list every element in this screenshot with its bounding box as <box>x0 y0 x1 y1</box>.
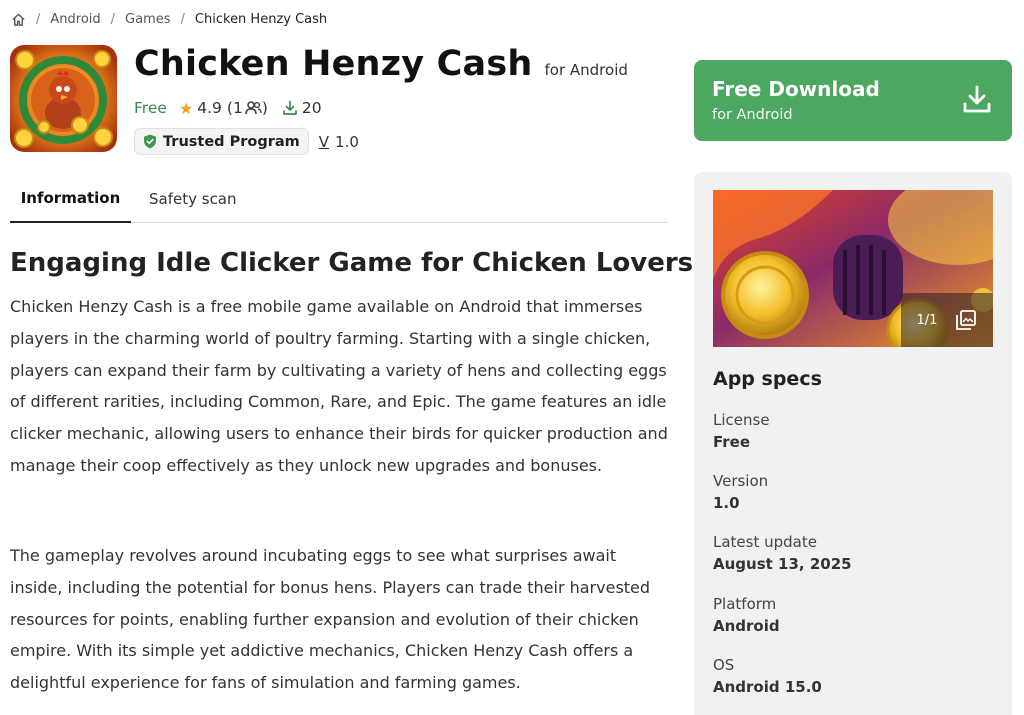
home-icon[interactable] <box>11 12 26 27</box>
spec-label: Platform <box>713 595 777 613</box>
download-icon <box>962 84 992 118</box>
platform-label: for Android <box>544 61 628 79</box>
spec-label: Version <box>713 472 769 490</box>
version-value: 1.0 <box>335 132 359 151</box>
gallery-counter[interactable]: 1/1 <box>901 293 993 347</box>
article-heading: Engaging Idle Clicker Game for Chicken L… <box>10 248 694 278</box>
rating-value: 4.9 <box>197 99 222 117</box>
spec-platform: Platform Android <box>713 595 780 635</box>
breadcrumb: / Android / Games / Chicken Henzy Cash <box>11 10 327 28</box>
users-icon <box>245 101 262 115</box>
spec-license: License Free <box>713 411 770 451</box>
rating-count-value: (1 <box>226 99 243 117</box>
article-paragraph: The gameplay revolves around incubating … <box>10 546 651 693</box>
spec-value: August 13, 2025 <box>713 555 852 573</box>
spec-value: Free <box>713 433 751 451</box>
breadcrumb-current: Chicken Henzy Cash <box>194 11 328 27</box>
trusted-program-badge[interactable]: Trusted Program <box>134 128 309 155</box>
download-button-title: Free Download <box>712 77 880 101</box>
specs-panel: 1/1 App specs License Free Version 1.0 L… <box>694 172 1012 715</box>
tab-information[interactable]: Information <box>10 174 131 223</box>
spec-latest-update: Latest update August 13, 2025 <box>713 533 852 573</box>
version-tag: V 1.0 <box>319 133 359 151</box>
rating-count[interactable]: (1 ) <box>222 99 268 117</box>
spec-value: Android 15.0 <box>713 678 822 696</box>
app-title: Chicken Henzy Cash <box>134 44 533 84</box>
spec-os: OS Android 15.0 <box>713 656 822 696</box>
trusted-program-label: Trusted Program <box>163 133 300 150</box>
version-prefix: V <box>318 132 330 151</box>
download-count: 20 <box>301 99 322 117</box>
app-meta: Free ★ 4.9 (1 ) 20 <box>134 98 322 118</box>
breadcrumb-separator: / <box>110 11 116 27</box>
article-paragraph: Chicken Henzy Cash is a free mobile game… <box>10 297 668 475</box>
download-button-subtitle: for Android <box>712 107 793 123</box>
spec-label: License <box>713 411 770 429</box>
breadcrumb-separator: / <box>180 11 185 27</box>
spec-label: OS <box>713 656 735 674</box>
star-icon: ★ <box>178 98 194 118</box>
app-screenshot[interactable]: 1/1 <box>713 190 993 347</box>
gallery-icon <box>955 309 977 331</box>
tab-safety-scan[interactable]: Safety scan <box>149 174 237 223</box>
download-count-icon <box>282 100 298 116</box>
title-row: Chicken Henzy Cash for Android <box>134 44 628 84</box>
badge-row: Trusted Program V 1.0 <box>134 128 359 155</box>
breadcrumb-android[interactable]: Android <box>50 12 100 27</box>
breadcrumb-games[interactable]: Games <box>125 12 170 27</box>
spec-label: Latest update <box>713 533 817 551</box>
spec-value: Android <box>713 617 780 635</box>
price-label: Free <box>134 99 167 117</box>
breadcrumb-separator: / <box>36 11 41 27</box>
app-icon <box>10 45 117 152</box>
gallery-counter-text: 1/1 <box>916 312 938 328</box>
spec-value: 1.0 <box>713 494 740 512</box>
tab-bar: Information Safety scan <box>10 174 668 223</box>
specs-heading: App specs <box>713 368 822 390</box>
shield-check-icon <box>143 134 157 149</box>
spec-version: Version 1.0 <box>713 472 768 512</box>
free-download-button[interactable]: Free Download for Android <box>694 60 1012 141</box>
rating-count-close: ) <box>261 99 268 117</box>
